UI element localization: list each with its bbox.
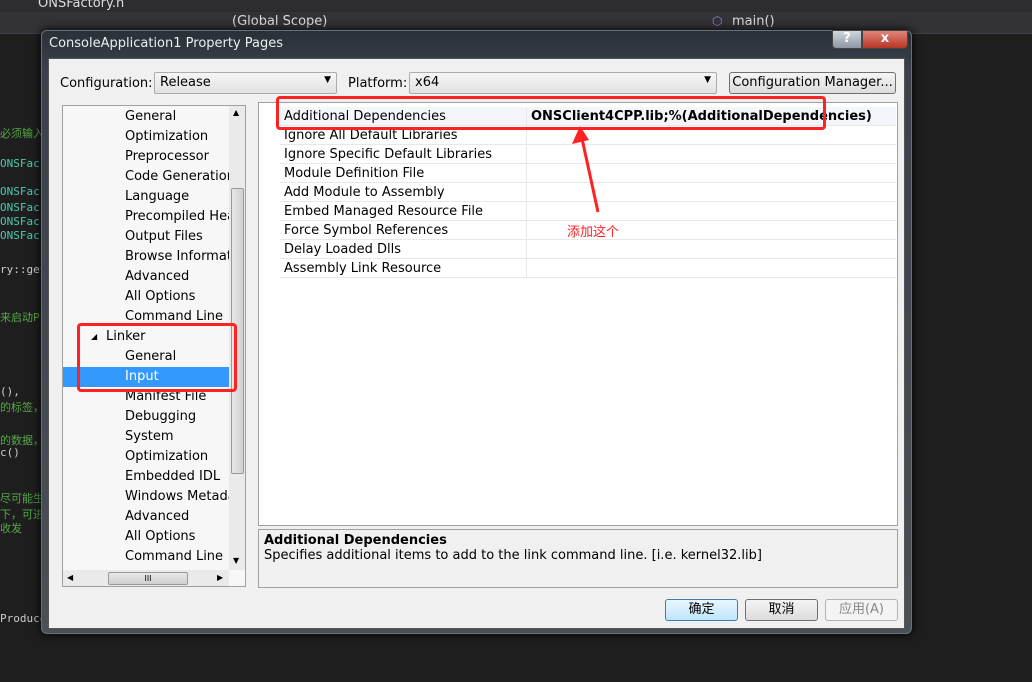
tree-item-label: Optimization [125,129,209,144]
scroll-up-icon[interactable]: ▲ [233,108,239,117]
code-fragment: ONSFac [0,229,40,242]
platform-select[interactable]: x64 ▼ [409,72,717,94]
description-text: Specifies additional items to add to the… [264,548,762,563]
tree-item-label: Command Line [125,549,224,564]
tree-item[interactable]: General [63,107,229,127]
tree-item-label: All Options [125,289,196,304]
code-fragment: 收发 [0,522,22,535]
configuration-label: Configuration: [60,76,153,91]
property-row[interactable]: Delay Loaded Dlls [280,240,896,259]
code-fragment: c() [0,446,20,459]
tree-item-label: Preprocessor [125,149,209,164]
code-fragment: ONSFac [0,201,40,214]
tree-item[interactable]: Optimization [63,447,229,467]
tree-item[interactable]: All Options [63,527,229,547]
tree-item-label: Advanced [125,509,190,524]
tree-item[interactable]: Language [63,187,229,207]
code-fragment: (), [0,385,20,398]
close-button[interactable]: x [862,30,908,49]
tree-item-label: Language [125,189,190,204]
tree-item[interactable]: Precompiled Headers [63,207,229,227]
function-dropdown[interactable]: main() [732,14,775,29]
tree-item[interactable]: Advanced [63,507,229,527]
property-value[interactable] [526,259,896,278]
tree-item-label: Optimization [125,449,209,464]
arrow-annotation [572,126,600,213]
tree-item[interactable]: System [63,427,229,447]
tree-item-label: Browse Information [125,249,229,264]
tree-item-label: Embedded IDL [125,469,221,484]
tree-item-label: Advanced [125,269,190,284]
cancel-button[interactable]: 取消 [745,599,818,621]
tree-item[interactable]: Debugging [63,407,229,427]
highlight-box-property [276,96,826,130]
platform-label: Platform: [348,76,408,91]
chevron-down-icon: ▼ [704,75,711,85]
scope-dropdown[interactable]: (Global Scope) [232,14,327,29]
tree-item-label: Debugging [125,409,197,424]
tree-item-label: Code Generation [125,169,229,184]
tree-item[interactable]: Optimization [63,127,229,147]
code-fragment: ONSFac [0,157,40,170]
tree-item[interactable]: All Options [63,287,229,307]
code-fragment: ONSFac [0,215,40,228]
tree-item[interactable]: Browse Information [63,247,229,267]
description-panel: Additional Dependencies Specifies additi… [258,529,898,588]
tree-item-label: All Options [125,529,196,544]
property-name: Delay Loaded Dlls [284,242,401,257]
tree-item[interactable]: Windows Metadata [63,487,229,507]
configuration-select[interactable]: Release ▼ [154,72,337,94]
tree-horizontal-scrollbar[interactable]: ◀ III ▶ [63,570,229,586]
tree-item-label: Output Files [125,229,203,244]
tree-item[interactable]: Embedded IDL [63,467,229,487]
tree-item-label: Command Line [125,309,224,324]
configuration-value: Release [160,75,211,90]
chevron-down-icon: ▼ [324,75,331,85]
tree-item[interactable]: Preprocessor [63,147,229,167]
scroll-down-icon[interactable]: ▼ [233,556,239,565]
tree-item-label: General [125,109,177,124]
description-title: Additional Dependencies [264,533,447,548]
tree-item-label: Windows Metadata [125,489,229,504]
property-value[interactable] [526,240,896,259]
code-fragment: 必须输入 [0,127,44,140]
property-name: Embed Managed Resource File [284,204,484,219]
editor-tab-bar [0,0,1032,12]
editor-tab[interactable]: ONSFactory.h [38,0,124,11]
scroll-right-icon[interactable]: ▶ [217,573,223,582]
highlight-box-linker-input [77,323,237,392]
property-row[interactable]: Assembly Link Resource [280,259,896,278]
property-name: Force Symbol References [284,223,449,238]
code-fragment: ry::get [0,263,47,276]
property-name: Ignore Specific Default Libraries [284,147,492,162]
tree-item[interactable]: Command Line [63,547,229,567]
scroll-thumb[interactable]: III [108,572,188,585]
dialog-title: ConsoleApplication1 Property Pages [49,36,284,51]
tree-item-label: Precompiled Headers [125,209,229,224]
apply-button[interactable]: 应用(A) [825,599,898,621]
property-name: Add Module to Assembly [284,185,445,200]
code-fragment: 尽可能生 [0,492,44,505]
tree-item[interactable]: Code Generation [63,167,229,187]
annotation-text: 添加这个 [567,225,620,240]
property-name: Assembly Link Resource [284,261,442,276]
ok-button[interactable]: 确定 [665,599,738,621]
code-fragment: 的标签， [0,401,44,414]
help-button[interactable]: ? [832,30,862,49]
function-icon: ⬡ [712,14,723,28]
scroll-left-icon[interactable]: ◀ [67,573,73,582]
property-name: Module Definition File [284,166,425,181]
code-fragment: Produce [0,612,47,625]
code-fragment: 来启动P [0,311,40,324]
tree-item[interactable]: Advanced [63,267,229,287]
configuration-manager-button[interactable]: Configuration Manager... [729,72,896,94]
platform-value: x64 [415,75,440,90]
tree-item[interactable]: Output Files [63,227,229,247]
code-fragment: ONSFac [0,185,40,198]
tree-item-label: System [125,429,174,444]
